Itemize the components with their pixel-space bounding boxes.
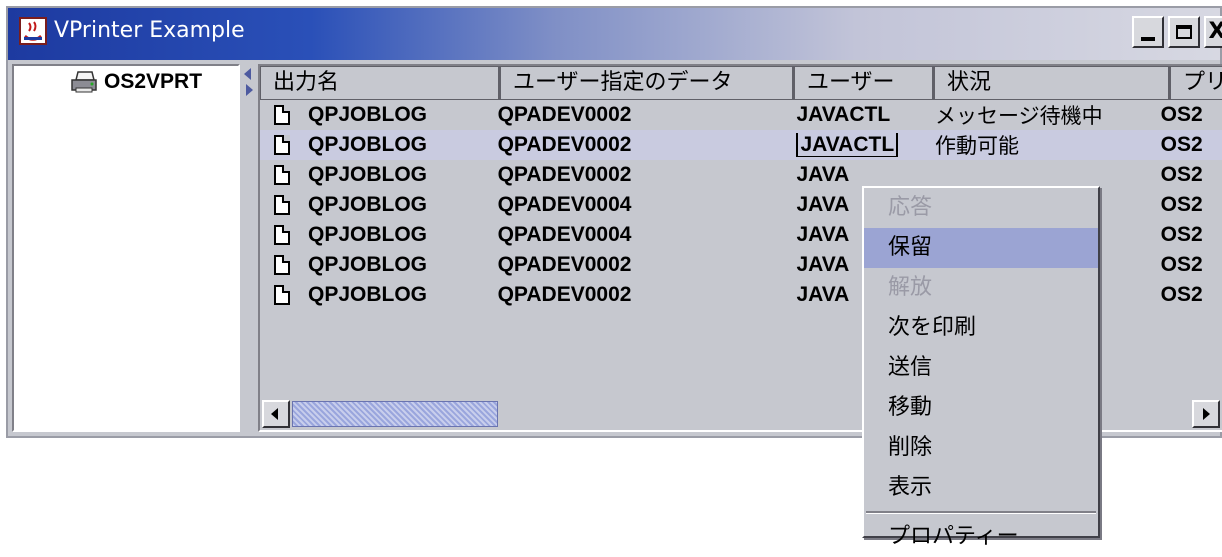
window-title: VPrinter Example [54,18,245,43]
cell-output-name: QPJOBLOG [308,193,428,216]
minimize-icon [1141,37,1155,41]
cell-user: JAVA [796,163,850,186]
cell-user-data: QPADEV0004 [497,223,632,246]
cell-printer: OS2 [1160,283,1203,306]
tree-item-printer[interactable]: OS2VPRT [70,70,202,94]
collapse-right-icon[interactable] [246,84,253,96]
document-icon [274,225,290,245]
close-icon: X [1208,19,1222,44]
menu-separator [866,511,1096,514]
arrow-right-icon [1203,408,1210,420]
cell-output-name: QPJOBLOG [308,133,428,156]
cell-user: JAVACTL [796,103,891,126]
scroll-right-button[interactable] [1192,400,1220,428]
cell-output-name: QPJOBLOG [308,163,428,186]
cell-printer: OS2 [1160,103,1203,126]
cell-printer: OS2 [1160,133,1203,156]
document-icon [274,165,290,185]
document-icon [274,135,290,155]
document-icon [274,195,290,215]
menu-item-view[interactable]: 表示 [864,468,1098,508]
column-header-output-name[interactable]: 出力名 [260,66,500,100]
cell-output-name: QPJOBLOG [308,103,428,126]
java-app-icon [19,17,47,45]
minimize-button[interactable] [1132,16,1164,48]
table-row[interactable]: QPJOBLOG QPADEV0002 JAVACTL メッセージ待機中 OS2 [260,100,1222,130]
menu-item-delete[interactable]: 削除 [864,428,1098,468]
maximize-button[interactable] [1168,16,1200,48]
cell-status: メッセージ待機中 [935,104,1103,128]
collapse-left-icon[interactable] [244,68,251,80]
cell-output-name: QPJOBLOG [308,283,428,306]
cell-printer: OS2 [1160,163,1203,186]
table-row-selected[interactable]: QPJOBLOG QPADEV0002 JAVACTL 作動可能 OS2 [260,130,1222,160]
menu-item-release: 解放 [888,275,933,300]
cell-output-name: QPJOBLOG [308,223,428,246]
arrow-left-icon [271,408,278,420]
title-bar[interactable]: VPrinter Example X [8,8,1222,60]
menu-item-move[interactable]: 移動 [864,388,1098,428]
column-header-status[interactable]: 状況 [934,66,1170,100]
cell-printer: OS2 [1160,193,1203,216]
cell-printer: OS2 [1160,253,1203,276]
menu-item-reply: 応答 [888,195,933,220]
table-header: 出力名 ユーザー指定のデータ ユーザー 状況 プリ [260,66,1222,100]
document-icon [274,255,290,275]
cell-user-data: QPADEV0004 [497,193,632,216]
cell-user-data: QPADEV0002 [497,133,632,156]
maximize-icon [1176,25,1192,39]
cell-printer: OS2 [1160,223,1203,246]
printer-tree[interactable]: OS2VPRT [12,64,240,432]
cell-status: 作動可能 [935,134,1020,158]
tree-item-label: OS2VPRT [104,70,203,93]
document-icon [274,105,290,125]
column-header-user[interactable]: ユーザー [794,66,934,100]
scroll-left-button[interactable] [262,400,290,428]
column-header-printer[interactable]: プリ [1170,66,1222,100]
cell-user-data: QPADEV0002 [497,283,632,306]
pane-splitter[interactable] [240,64,256,436]
close-button[interactable]: X [1204,16,1222,48]
context-menu: 応答 保留 解放 次を印刷 送信 移動 削除 表示 プロパティー [862,186,1100,549]
cell-output-name: QPJOBLOG [308,253,428,276]
menu-item-print-next[interactable]: 次を印刷 [864,308,1098,348]
cell-user-data: QPADEV0002 [497,163,632,186]
column-header-user-data[interactable]: ユーザー指定のデータ [500,66,794,100]
scroll-thumb[interactable] [292,401,498,427]
cell-user-data: QPADEV0002 [497,103,632,126]
cell-user-data: QPADEV0002 [497,253,632,276]
menu-item-hold[interactable]: 保留 [864,228,1098,268]
cell-user: JAVACTL [796,133,899,157]
document-icon [274,285,290,305]
menu-item-properties[interactable]: プロパティー [864,517,1098,557]
printer-icon [71,71,97,93]
menu-item-send[interactable]: 送信 [864,348,1098,388]
